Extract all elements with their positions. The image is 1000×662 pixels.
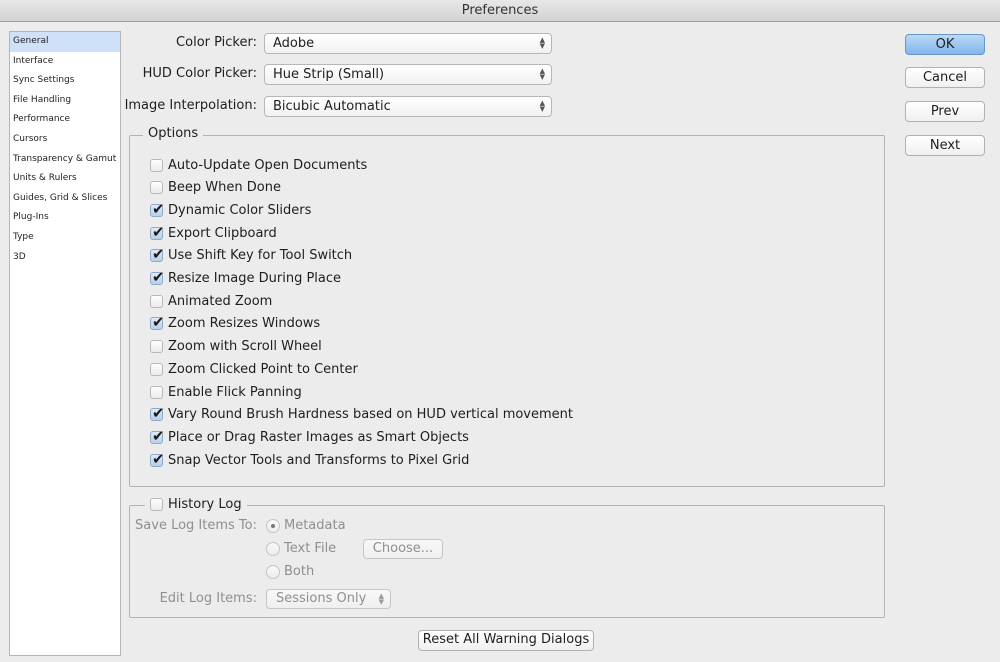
sidebar: General Interface Sync Settings File Handli… — [9, 31, 121, 656]
option-checkbox[interactable]: ✔ — [150, 223, 165, 241]
sidebar-item[interactable]: Plug-Ins — [10, 208, 120, 228]
sidebar-item[interactable]: Type — [10, 228, 120, 248]
image-interpolation-select[interactable]: Bicubic Automatic ▲ ▼ — [264, 96, 552, 117]
color-picker-select[interactable]: Adobe ▲ ▼ — [264, 33, 552, 54]
checkmark-icon: ✔ — [152, 268, 165, 286]
history-log-label: History Log — [168, 497, 242, 512]
option-row[interactable]: Beep When Done — [150, 178, 281, 198]
option-row[interactable]: Auto-Update Open Documents — [150, 155, 367, 175]
radio-button[interactable] — [266, 519, 280, 533]
option-label: Enable Flick Panning — [168, 384, 302, 400]
hud-color-picker-label: HUD Color Picker: — [142, 66, 257, 81]
checkmark-icon: ✔ — [152, 199, 165, 218]
radio-label: Both — [284, 564, 315, 579]
sidebar-item[interactable]: File Handling — [10, 91, 120, 111]
option-checkbox[interactable]: ✔ — [150, 404, 165, 422]
checkmark-icon: ✔ — [152, 313, 165, 332]
radio-label: Text File — [284, 541, 337, 556]
option-label: Use Shift Key for Tool Switch — [168, 248, 353, 264]
updown-arrows-icon: ▲ ▼ — [378, 592, 384, 606]
checkmark-icon: ✔ — [152, 245, 165, 264]
option-row[interactable]: Animated Zoom — [150, 291, 272, 311]
option-checkbox[interactable]: ✔ — [150, 245, 165, 263]
sidebar-item[interactable]: Guides, Grid & Slices — [10, 189, 120, 209]
option-row[interactable]: ✔ Snap Vector Tools and Transforms to Pix… — [150, 450, 469, 470]
option-label: Place or Drag Raster Images as Smart Obj… — [168, 429, 469, 445]
hud-color-picker-select[interactable]: Hue Strip (Small) ▲ ▼ — [264, 64, 552, 85]
sidebar-item[interactable]: Cursors — [10, 130, 120, 150]
checkmark-icon: ✔ — [152, 404, 165, 423]
option-row[interactable]: ✔ Vary Round Brush Hardness based on HUD … — [150, 404, 573, 425]
edit-log-items-select[interactable]: Sessions Only ▲ ▼ — [266, 589, 391, 609]
option-label: Beep When Done — [168, 180, 281, 196]
radio-dot-icon — [271, 524, 275, 528]
option-label: Animated Zoom — [168, 293, 273, 309]
option-row[interactable]: Enable Flick Panning — [150, 382, 302, 402]
option-label: Zoom Clicked Point to Center — [168, 361, 358, 377]
checkmark-icon: ✔ — [152, 449, 165, 468]
option-label: Zoom Resizes Windows — [168, 316, 321, 332]
ok-button[interactable]: OK — [905, 34, 985, 55]
option-checkbox[interactable]: ✔ — [150, 427, 165, 445]
option-label: Resize Image During Place — [168, 271, 342, 286]
edit-log-items-label: Edit Log Items: — [159, 591, 257, 606]
option-checkbox[interactable] — [150, 362, 163, 376]
option-row[interactable]: ✔ Place or Drag Raster Images as Smart Ob… — [150, 427, 469, 447]
cancel-button[interactable]: Cancel — [905, 67, 985, 88]
radio-button[interactable] — [266, 542, 280, 556]
updown-arrows-icon: ▲ ▼ — [539, 36, 545, 50]
sidebar-item[interactable]: Units & Rulers — [10, 169, 120, 189]
options-title: Options — [143, 126, 204, 141]
image-interpolation-value: Bicubic Automatic — [273, 99, 391, 114]
checkmark-icon: ✔ — [152, 426, 165, 445]
option-label: Export Clipboard — [168, 225, 277, 241]
radio-label: Metadata — [284, 518, 346, 533]
history-log-checkbox[interactable] — [150, 498, 163, 511]
save-log-items-label: Save Log Items To: — [135, 518, 257, 533]
updown-arrows-icon: ▲ ▼ — [539, 67, 545, 81]
option-row[interactable]: ✔ Export Clipboard — [150, 223, 277, 243]
sidebar-item[interactable]: General — [10, 32, 120, 52]
option-label: Vary Round Brush Hardness based on HUD v… — [168, 407, 573, 423]
sidebar-item[interactable]: Transparency & Gamut — [10, 150, 120, 170]
option-checkbox[interactable] — [150, 340, 163, 354]
hud-color-picker-value: Hue Strip (Small) — [273, 67, 385, 82]
option-label: Zoom with Scroll Wheel — [168, 339, 322, 355]
sidebar-item[interactable]: Sync Settings — [10, 71, 120, 91]
option-checkbox[interactable]: ✔ — [150, 200, 165, 218]
color-picker-value: Adobe — [273, 36, 315, 51]
radio-button[interactable] — [266, 565, 280, 579]
option-checkbox[interactable] — [150, 181, 163, 195]
checkmark-icon: ✔ — [152, 222, 165, 241]
option-row[interactable]: ✔ Resize Image During Place — [150, 268, 342, 289]
option-label: Snap Vector Tools and Transforms to Pixe… — [168, 452, 470, 468]
option-checkbox[interactable] — [150, 294, 163, 308]
option-checkbox[interactable] — [150, 385, 163, 399]
image-interpolation-label: Image Interpolation: — [124, 98, 257, 113]
option-row[interactable]: Zoom Clicked Point to Center — [150, 359, 358, 379]
updown-arrows-icon: ▲ ▼ — [539, 99, 545, 113]
sidebar-item[interactable]: 3D — [10, 248, 120, 268]
option-row[interactable]: ✔ Use Shift Key for Tool Switch — [150, 245, 353, 266]
prev-button[interactable]: Prev — [905, 101, 985, 122]
option-checkbox[interactable]: ✔ — [150, 450, 165, 468]
window-title: Preferences — [0, 0, 1000, 22]
option-checkbox[interactable]: ✔ — [150, 268, 165, 286]
history-log-title: History Log — [145, 497, 247, 512]
option-row[interactable]: ✔ Zoom Resizes Windows — [150, 313, 321, 334]
option-checkbox[interactable] — [150, 158, 163, 172]
option-row[interactable]: Zoom with Scroll Wheel — [150, 337, 322, 357]
next-button[interactable]: Next — [905, 135, 985, 156]
reset-warnings-button[interactable]: Reset All Warning Dialogs — [418, 630, 594, 651]
sidebar-item[interactable]: Performance — [10, 110, 120, 130]
option-checkbox[interactable]: ✔ — [150, 313, 165, 331]
option-row[interactable]: ✔ Dynamic Color Sliders — [150, 200, 311, 220]
option-label: Dynamic Color Sliders — [168, 202, 312, 218]
choose-button[interactable]: Choose... — [363, 539, 443, 559]
color-picker-label: Color Picker: — [176, 35, 257, 50]
option-label: Auto-Update Open Documents — [168, 157, 368, 173]
edit-log-items-value: Sessions Only — [276, 591, 367, 606]
sidebar-item[interactable]: Interface — [10, 52, 120, 72]
